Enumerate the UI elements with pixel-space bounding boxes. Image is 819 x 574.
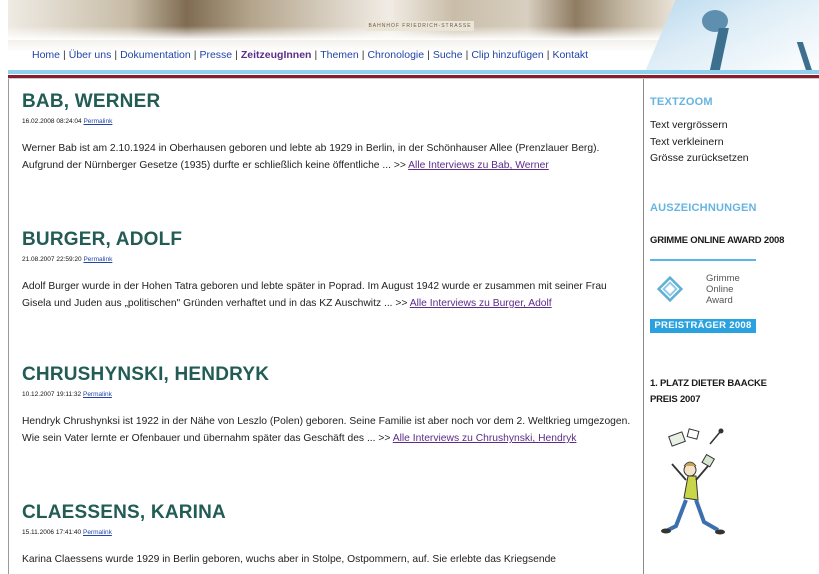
- text-enlarge-link[interactable]: Text vergrössern: [650, 117, 815, 134]
- header-banner: BAHNHOF FRIEDRICH-STRASSE: [8, 0, 819, 74]
- main-navigation: Home | Über uns | Dokumentation | Presse | Zeitz…: [32, 49, 588, 61]
- banner-station-sign: BAHNHOF FRIEDRICH-STRASSE: [366, 21, 474, 31]
- grimme-logo-text: Grimme Online Award: [706, 273, 740, 306]
- grimme-award-logo[interactable]: Grimme Online Award PREISTRÄGER 2008: [650, 259, 756, 335]
- permalink-link[interactable]: Permalink: [83, 256, 112, 263]
- nav-separator: |: [114, 49, 118, 61]
- sidebar-divider: [643, 79, 644, 574]
- entry-date: 15.11.2006 17:41:40: [22, 529, 82, 536]
- entry-date: 16.02.2008 08:24:04: [22, 118, 82, 125]
- grimme-diamond-icon: [656, 275, 684, 303]
- entry-meta: 21.08.2007 22:59:20 Permalink: [22, 256, 632, 264]
- entry-meta: 16.02.2008 08:24:04 Permalink: [22, 118, 632, 126]
- nav-suche[interactable]: Suche: [433, 49, 463, 61]
- permalink-link[interactable]: Permalink: [83, 529, 112, 536]
- permalink-link[interactable]: Permalink: [83, 118, 112, 125]
- textzoom-links: Text vergrössern Text verkleinern Grösse…: [650, 117, 815, 167]
- text-reset-link[interactable]: Grösse zurücksetzen: [650, 150, 815, 167]
- grimme-award-title: GRIMME ONLINE AWARD 2008: [650, 235, 785, 246]
- nav-separator: |: [235, 49, 238, 61]
- nav-separator: |: [427, 49, 430, 61]
- all-interviews-link[interactable]: Alle Interviews zu Bab, Werner: [408, 160, 549, 171]
- entry-excerpt: Hendryk Chrushynksi ist 1922 in der Nähe…: [22, 413, 632, 447]
- sidebar: TEXTZOOM Text vergrössern Text verkleine…: [650, 96, 815, 535]
- interview-entry: CLAESSENS, KARINA 15.11.2006 17:41:40 Pe…: [22, 502, 632, 568]
- nav-separator: |: [63, 49, 66, 61]
- nav-chronologie[interactable]: Chronologie: [367, 49, 424, 61]
- nav-zeitzeuginnen[interactable]: ZeitzeugInnen: [241, 49, 312, 61]
- entry-text: Karina Claessens wurde 1929 in Berlin ge…: [22, 554, 557, 565]
- entry-date: 10.12.2007 19:11:32: [22, 391, 82, 398]
- all-interviews-link[interactable]: Alle Interviews zu Burger, Adolf: [410, 298, 552, 309]
- nav-kontakt[interactable]: Kontakt: [552, 49, 588, 61]
- baacke-award-title: 1. PLATZ DIETER BAACKE PREIS 2007: [650, 378, 767, 405]
- entry-date: 21.08.2007 22:59:20: [22, 256, 82, 263]
- permalink-link[interactable]: Permalink: [83, 391, 112, 398]
- nav-home[interactable]: Home: [32, 49, 60, 61]
- entry-excerpt: Adolf Burger wurde in der Hohen Tatra ge…: [22, 278, 632, 312]
- text-shrink-link[interactable]: Text verkleinern: [650, 134, 815, 151]
- grimme-logo-line: Online: [706, 284, 734, 295]
- entry-meta: 10.12.2007 19:11:32 Permalink: [22, 391, 632, 399]
- grimme-logo-line: Grimme: [706, 273, 740, 284]
- grimme-prize-band: PREISTRÄGER 2008: [650, 319, 756, 333]
- all-interviews-link[interactable]: Alle Interviews zu Chrushynski, Hendryk: [393, 433, 577, 444]
- entry-title: CLAESSENS, KARINA: [22, 502, 226, 523]
- nav-presse[interactable]: Presse: [199, 49, 232, 61]
- baacke-prize-illustration-icon[interactable]: [660, 428, 730, 546]
- nav-clip-hinzufuegen[interactable]: Clip hinzufügen: [471, 49, 543, 61]
- entry-excerpt: Karina Claessens wurde 1929 in Berlin ge…: [22, 551, 632, 568]
- entry-title: CHRUSHYNSKI, HENDRYK: [22, 364, 270, 385]
- interview-entry: BAB, WERNER 16.02.2008 08:24:04 Permalin…: [22, 91, 632, 174]
- banner-accent-bar: [8, 70, 819, 74]
- interview-entry: CHRUSHYNSKI, HENDRYK 10.12.2007 19:11:32…: [22, 364, 632, 447]
- nav-themen[interactable]: Themen: [320, 49, 359, 61]
- textzoom-heading: TEXTZOOM: [650, 96, 713, 108]
- nav-dokumentation[interactable]: Dokumentation: [120, 49, 191, 61]
- entry-meta: 15.11.2006 17:41:40 Permalink: [22, 529, 632, 537]
- header-rule-shadow: [8, 78, 819, 79]
- entry-title: BAB, WERNER: [22, 91, 161, 112]
- nav-ueber-uns[interactable]: Über uns: [69, 49, 112, 61]
- nav-separator: |: [314, 49, 318, 61]
- interview-entry: BURGER, ADOLF 21.08.2007 22:59:20 Permal…: [22, 229, 632, 312]
- entry-excerpt: Werner Bab ist am 2.10.1924 in Oberhause…: [22, 140, 632, 174]
- content-left-border: [8, 79, 9, 574]
- grimme-logo-line: Award: [706, 295, 733, 306]
- entry-title: BURGER, ADOLF: [22, 229, 183, 250]
- awards-heading: AUSZEICHNUNGEN: [650, 202, 757, 214]
